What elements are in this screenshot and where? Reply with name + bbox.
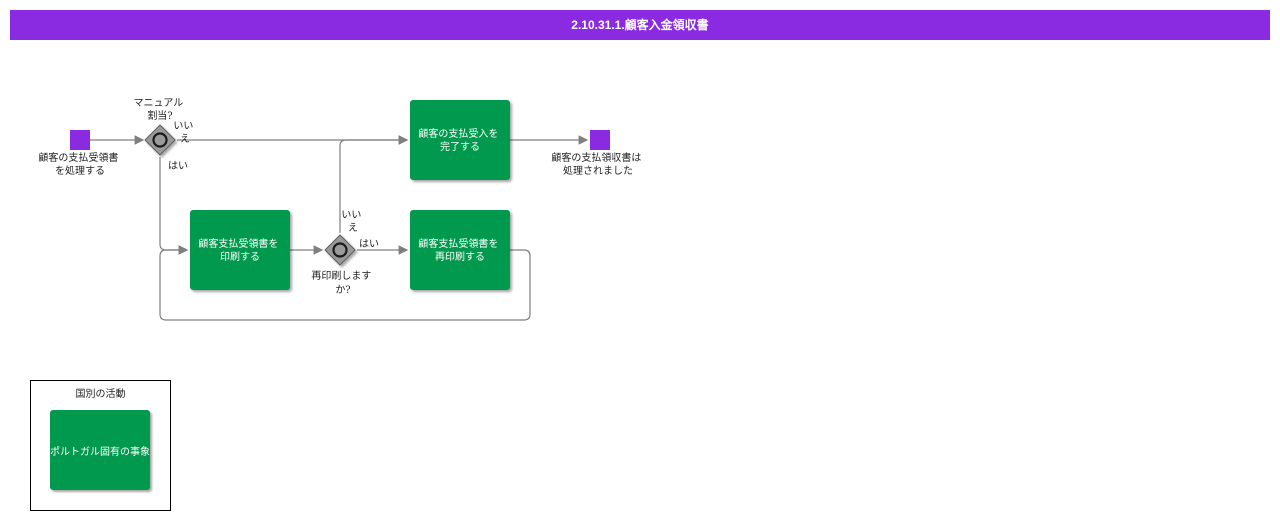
reprint-gateway-label: 再印刷します か?	[311, 270, 374, 296]
legend-box: 国別の活動 ポルトガル固有の事象	[30, 380, 171, 511]
end-event[interactable]	[590, 130, 610, 150]
reprint-gateway[interactable]	[324, 234, 356, 266]
start-event-label: 顧客の支払受領書 を処理する	[38, 151, 121, 177]
manual-gateway-no-label: いい え	[173, 121, 196, 145]
bpmn-diagram: 顧客の支払受領書 を処理する マニュアル 割当? いい え はい 顧客の支払受入…	[38, 98, 644, 321]
task-reprint-customer-receipt[interactable]: 顧客支払受領書を 再印刷する	[410, 210, 510, 290]
task-print-customer-receipt[interactable]: 顧客支払受領書を 印刷する	[190, 210, 290, 290]
start-event[interactable]	[70, 130, 90, 150]
manual-assignment-gateway-label: マニュアル 割当?	[134, 98, 187, 122]
reprint-gateway-no-label: いい え	[341, 210, 364, 234]
manual-assignment-gateway[interactable]	[144, 124, 176, 156]
manual-gateway-yes-label: はい	[168, 160, 188, 172]
process-diagram-canvas: 2.10.31.1.顧客入金領収書 顧客の支払受領書 を処理する マニュアル 割…	[0, 0, 1280, 520]
task-complete-customer-payment[interactable]: 顧客の支払受入を 完了する	[410, 100, 510, 180]
legend-task-label: ポルトガル固有の事象	[50, 446, 150, 458]
reprint-gateway-yes-label: はい	[359, 238, 379, 250]
legend-country-specific-task[interactable]: ポルトガル固有の事象	[50, 410, 150, 490]
legend-title: 国別の活動	[75, 389, 126, 400]
end-event-label: 顧客の支払領収書は 処理されました	[551, 151, 644, 177]
